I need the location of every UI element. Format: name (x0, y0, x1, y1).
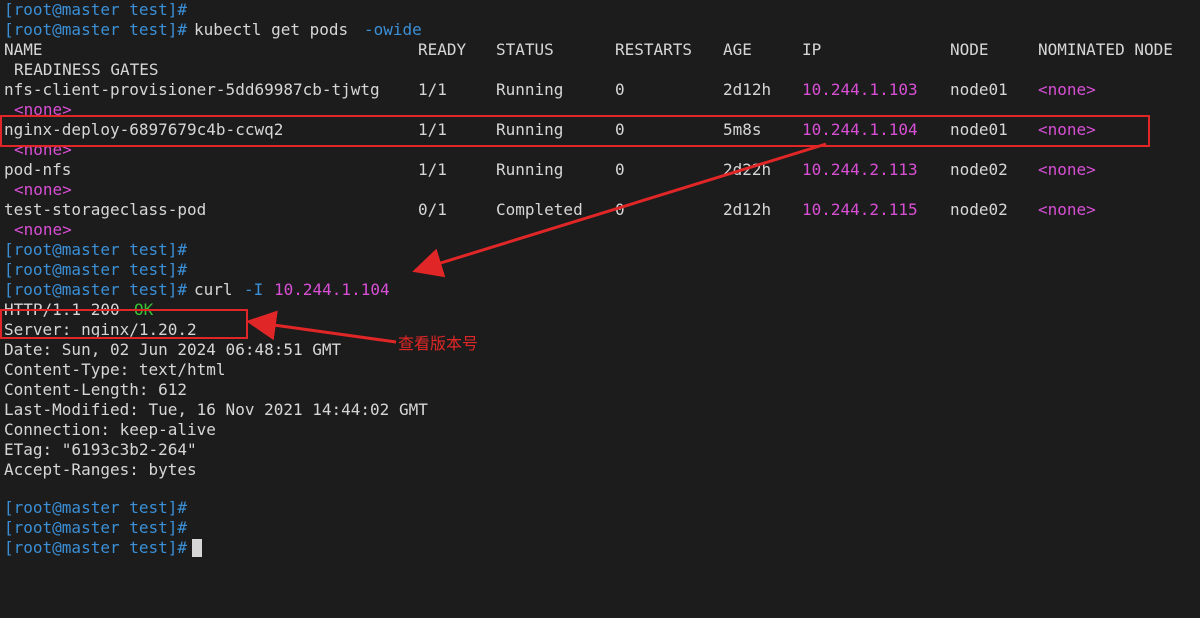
table-header: NAME READY STATUS RESTARTS AGE IP NODE N… (4, 40, 1173, 60)
terminal-line: [root@master test]# kubectl get pods -ow… (4, 20, 422, 40)
command-ip: 10.244.1.104 (274, 280, 390, 299)
shell-prompt: [root@master test]# (4, 240, 188, 259)
pod-name: pod-nfs (4, 160, 72, 179)
pod-ip: 10.244.2.113 (802, 160, 918, 179)
command-text: curl (194, 280, 243, 299)
shell-prompt: [root@master test]# (4, 20, 188, 39)
terminal-line: [root@master test]# (4, 240, 187, 260)
http-header-etag: ETag: "6193c3b2-264" (4, 440, 197, 459)
pod-restarts: 0 (615, 200, 625, 219)
http-header-accept-ranges: Accept-Ranges: bytes (4, 460, 197, 479)
table-row-wrap: <none> (4, 220, 72, 240)
pod-age: 2d12h (723, 200, 772, 219)
header-status: STATUS (496, 40, 554, 59)
table-row-wrap: <none> (4, 180, 72, 200)
http-header-content-length: Content-Length: 612 (4, 380, 188, 399)
pod-status: Running (496, 80, 564, 99)
http-header-line: Last-Modified: Tue, 16 Nov 2021 14:44:02… (4, 400, 428, 420)
http-header-connection: Connection: keep-alive (4, 420, 216, 439)
pod-name: nfs-client-provisioner-5dd69987cb-tjwtg (4, 80, 380, 99)
pod-status: Completed (496, 200, 583, 219)
http-header-line: ETag: "6193c3b2-264" (4, 440, 197, 460)
shell-prompt: [root@master test]# (4, 498, 188, 517)
pod-gates: <none> (14, 180, 72, 199)
header-readiness-gates: READINESS GATES (14, 60, 159, 79)
terminal-input-line[interactable]: [root@master test]# (4, 538, 202, 558)
pod-name: test-storageclass-pod (4, 200, 207, 219)
highlight-box-server-header (0, 309, 248, 339)
pod-ready: 1/1 (418, 160, 447, 179)
command-option: -owide (364, 20, 422, 39)
pod-nominated: <none> (1038, 200, 1096, 219)
header-age: AGE (723, 40, 752, 59)
shell-prompt: [root@master test]# (4, 260, 188, 279)
http-header-date: Date: Sun, 02 Jun 2024 06:48:51 GMT (4, 340, 342, 359)
http-header-line: Date: Sun, 02 Jun 2024 06:48:51 GMT (4, 340, 341, 360)
pod-nominated: <none> (1038, 80, 1096, 99)
http-header-line: Content-Length: 612 (4, 380, 187, 400)
terminal-line: [root@master test]# (4, 260, 187, 280)
pod-ready: 0/1 (418, 200, 447, 219)
pod-ip: 10.244.2.115 (802, 200, 918, 219)
pod-age: 2d22h (723, 160, 772, 179)
table-header-wrap: READINESS GATES (4, 60, 159, 80)
terminal-line: [root@master test]# (4, 518, 187, 538)
terminal-line: [root@master test]# (4, 0, 187, 20)
header-nominated: NOMINATED NODE (1038, 40, 1173, 59)
http-header-line: Accept-Ranges: bytes (4, 460, 197, 480)
pod-node: node02 (950, 160, 1008, 179)
pod-restarts: 0 (615, 160, 625, 179)
pod-restarts: 0 (615, 80, 625, 99)
terminal-line: [root@master test]# (4, 498, 187, 518)
pod-gates: <none> (14, 220, 72, 239)
command-option: -I (244, 280, 264, 299)
annotation-label: 查看版本号 (398, 334, 479, 353)
pod-node: node02 (950, 200, 1008, 219)
pod-age: 2d12h (723, 80, 772, 99)
arrow-label-to-server (246, 310, 397, 344)
http-header-line: Content-Type: text/html (4, 360, 226, 380)
pod-status: Running (496, 160, 564, 179)
terminal-line: [root@master test]# curl -I 10.244.1.104 (4, 280, 390, 300)
pod-nominated: <none> (1038, 160, 1096, 179)
pod-node: node01 (950, 80, 1008, 99)
pod-ready: 1/1 (418, 80, 447, 99)
header-name: NAME (4, 40, 43, 59)
shell-prompt: [root@master test]# (4, 518, 188, 537)
pod-ip: 10.244.1.103 (802, 80, 918, 99)
text-cursor[interactable] (192, 539, 202, 557)
table-row: pod-nfs 1/1 Running 0 2d22h 10.244.2.113… (4, 160, 1096, 180)
shell-prompt: [root@master test]# (4, 538, 188, 557)
table-row: test-storageclass-pod 0/1 Completed 0 2d… (4, 200, 1096, 220)
http-header-line: Connection: keep-alive (4, 420, 216, 440)
shell-prompt: [root@master test]# (4, 0, 188, 19)
http-header-last-modified: Last-Modified: Tue, 16 Nov 2021 14:44:02… (4, 400, 428, 419)
header-ip: IP (802, 40, 822, 59)
header-restarts: RESTARTS (615, 40, 693, 59)
http-header-content-type: Content-Type: text/html (4, 360, 226, 379)
header-node: NODE (950, 40, 989, 59)
highlight-box-pod-row (0, 115, 1150, 147)
command-text: kubectl get pods (194, 20, 358, 39)
table-row: nfs-client-provisioner-5dd69987cb-tjwtg … (4, 80, 1096, 100)
terminal-window[interactable]: [root@master test]# [root@master test]# … (0, 0, 1200, 576)
header-ready: READY (418, 40, 467, 59)
shell-prompt: [root@master test]# (4, 280, 188, 299)
